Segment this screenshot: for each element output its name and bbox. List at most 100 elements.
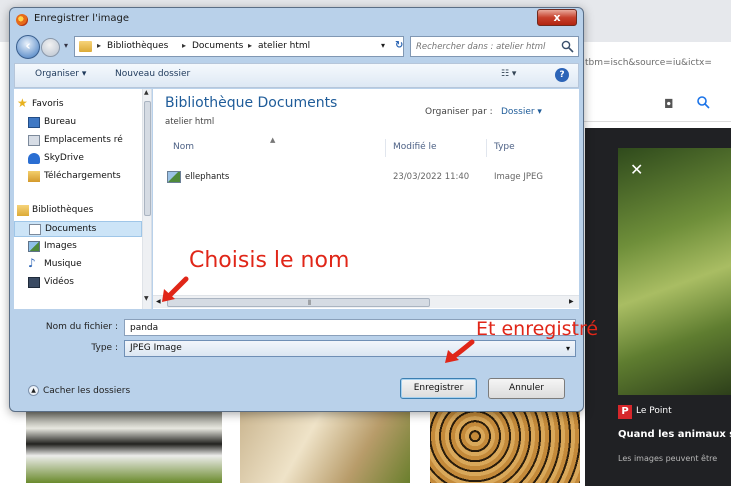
thumbnail-cheetah[interactable] [430,405,580,483]
address-bar[interactable]: ▸ Bibliothèques ▸ Documents ▸ atelier ht… [74,36,404,57]
horizontal-scrollbar[interactable]: ◀ ⦀ ▶ [153,295,579,308]
file-name: ellephants [185,172,230,182]
navigation-pane: ★ Favoris Bureau Emplacements ré SkyDriv… [14,89,152,309]
scroll-down-icon[interactable]: ▼ [144,295,149,302]
nav-scroll-thumb[interactable] [144,101,151,216]
nav-item-images[interactable]: Images [14,239,142,255]
breadcrumb-atelier-html[interactable]: atelier html [258,41,310,51]
close-icon[interactable]: ✕ [630,160,643,179]
thumbnail-lion[interactable] [240,405,410,483]
column-header-modified[interactable]: Modifié le [393,142,437,152]
nav-item-label: Musique [44,259,82,269]
recent-places-icon [28,135,40,146]
cancel-button[interactable]: Annuler [488,378,565,399]
view-options-icon[interactable]: ☷ ▾ [501,69,516,79]
refresh-icon[interactable]: ↻ [395,40,403,51]
cloud-icon [28,153,40,164]
column-divider[interactable] [385,139,386,157]
file-row[interactable]: ellephants 23/03/2022 11:40 Image JPEG [161,169,571,185]
annotation-arrow-icon [162,276,189,302]
image-search-bar[interactable]: ◘ [560,84,731,122]
preview-image[interactable] [618,148,731,395]
nav-favorites[interactable]: ★ Favoris [14,96,142,113]
thumbnail-panda[interactable] [26,405,222,483]
nav-libraries-label: Bibliothèques [32,205,94,215]
firefox-icon [16,14,28,26]
file-modified: 23/03/2022 11:40 [393,172,470,182]
address-dropdown-icon[interactable]: ▾ [381,41,385,50]
dialog-titlebar[interactable]: Enregistrer l'image x [10,8,583,32]
nav-item-downloads[interactable]: Téléchargements [14,169,142,185]
dialog-title: Enregistrer l'image [34,13,129,24]
folder-search[interactable] [410,36,579,57]
arrange-by-label: Organiser par : [425,107,493,117]
address-row: ‹ ▾ ▸ Bibliothèques ▸ Documents ▸ atelie… [14,35,579,59]
recent-locations-dropdown[interactable]: ▾ [64,41,68,50]
nav-scrollbar[interactable]: ▲ ▼ [142,89,151,309]
scroll-right-icon[interactable]: ▶ [569,298,574,305]
library-subtitle[interactable]: atelier html [165,117,214,127]
file-type-value: JPEG Image [130,343,182,353]
documents-icon [29,224,41,235]
library-title: Bibliothèque Documents [165,95,338,111]
hide-folders-label: Cacher les dossiers [43,386,131,396]
browser-url-fragment[interactable]: tbm=isch&source=iu&ictx= [585,53,731,73]
libraries-icon [17,205,29,216]
file-type: Image JPEG [494,172,543,182]
search-icon[interactable] [696,95,710,109]
sort-ascending-icon: ▲ [270,136,276,144]
dialog-footer: ▲ Cacher les dossiers Enregistrer Annuler [14,360,579,408]
chevron-down-icon[interactable]: ▾ [566,344,570,353]
file-type-select[interactable]: JPEG Image ▾ [124,340,576,357]
annotation-choose-name: Choisis le nom [189,248,350,273]
nav-item-label: Documents [45,224,97,234]
scroll-up-icon[interactable]: ▲ [144,89,149,96]
nav-item-skydrive[interactable]: SkyDrive [14,151,142,167]
nav-libraries[interactable]: Bibliothèques [14,203,142,219]
source-name[interactable]: Le Point [636,406,672,416]
image-file-icon [167,171,181,183]
videos-icon [28,277,40,288]
help-icon[interactable]: ? [555,68,569,82]
close-button[interactable]: x [537,9,577,26]
camera-icon[interactable]: ◘ [664,97,674,111]
nav-item-documents[interactable]: Documents [14,221,142,237]
arrange-by-dropdown[interactable]: Dossier ▾ [501,107,542,117]
column-divider[interactable] [486,139,487,157]
grip-icon: ⦀ [308,299,312,307]
star-icon: ★ [17,96,28,110]
nav-item-music[interactable]: ♪ Musique [14,256,142,273]
nav-item-label: Téléchargements [44,171,121,181]
nav-favorites-label: Favoris [32,99,64,109]
column-header-name[interactable]: Nom [173,142,194,152]
image-title[interactable]: Quand les animaux s [618,429,731,440]
annotation-and-save: Et enregistré [476,318,599,340]
breadcrumb-separator-icon[interactable]: ▸ [182,41,186,50]
filename-label: Nom du fichier : [45,322,118,332]
nav-item-bureau[interactable]: Bureau [14,115,142,131]
nav-item-label: Vidéos [44,277,74,287]
downloads-icon [28,171,40,182]
organize-menu[interactable]: Organiser ▾ [35,69,86,79]
column-header-type[interactable]: Type [494,142,515,152]
image-note: Les images peuvent être [618,454,718,463]
nav-item-label: Bureau [44,117,77,127]
music-icon: ♪ [28,256,36,270]
forward-button[interactable] [41,38,60,57]
file-list-area: Bibliothèque Documents atelier html Orga… [153,89,579,309]
breadcrumb-separator-icon[interactable]: ▸ [97,41,101,50]
back-button[interactable]: ‹ [16,35,40,59]
nav-item-videos[interactable]: Vidéos [14,275,142,291]
chevron-up-icon[interactable]: ▲ [28,385,39,396]
horizontal-scroll-thumb[interactable]: ⦀ [167,298,430,307]
search-icon[interactable] [561,40,574,53]
breadcrumb-separator-icon[interactable]: ▸ [248,41,252,50]
search-input[interactable] [416,38,556,55]
breadcrumb-documents[interactable]: Documents [192,41,243,51]
nav-item-recent-places[interactable]: Emplacements ré [14,133,142,149]
breadcrumb-libraries[interactable]: Bibliothèques [107,41,168,51]
save-button[interactable]: Enregistrer [400,378,477,399]
hide-folders-toggle[interactable]: ▲ Cacher les dossiers [28,385,130,396]
nav-item-label: SkyDrive [44,153,84,163]
new-folder-button[interactable]: Nouveau dossier [115,69,190,79]
